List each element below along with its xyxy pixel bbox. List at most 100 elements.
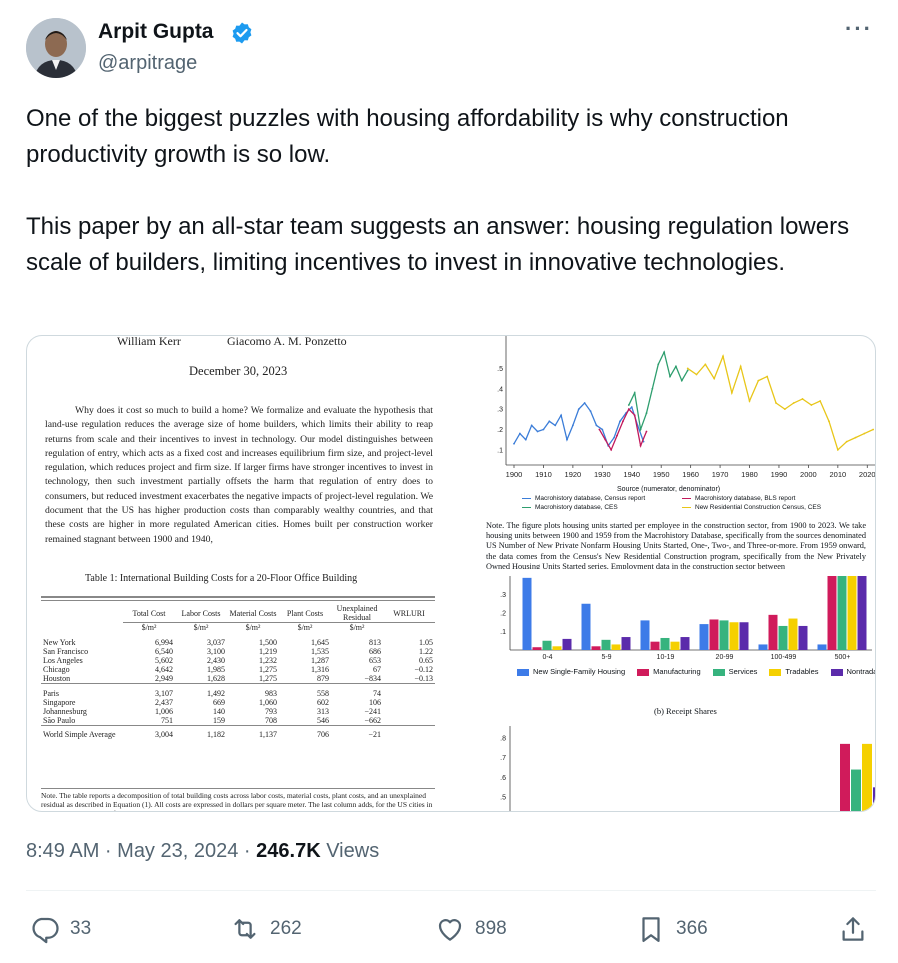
table-cell: 1,275 [259, 665, 277, 674]
repost-count: 262 [270, 918, 302, 939]
table-cell: 1,645 [311, 638, 329, 647]
series-point [595, 424, 598, 427]
table-cell: 1,985 [207, 665, 225, 674]
series-point [604, 438, 607, 441]
bar [817, 644, 827, 650]
table-cell: 793 [265, 707, 277, 716]
table-cell: 3,100 [207, 647, 225, 656]
x-tick-label: 20-99 [716, 654, 734, 661]
table-cell: Houston [43, 674, 71, 683]
table-top-rule [41, 596, 435, 598]
legend-item: Nontradables [830, 667, 875, 676]
series-point [639, 428, 642, 431]
table-top-rule-2 [41, 600, 435, 601]
more-options-icon[interactable]: ··· [845, 18, 879, 44]
bar [873, 787, 875, 811]
y-tick-label: .3 [500, 592, 506, 599]
bar [660, 637, 670, 650]
bar [680, 637, 690, 650]
table-cell: 6,540 [155, 647, 173, 656]
series-point [639, 444, 642, 447]
table-cell: 2,430 [207, 656, 225, 665]
bar [650, 641, 660, 650]
bar [719, 620, 729, 650]
bar [709, 619, 719, 650]
bar [591, 646, 601, 650]
series-point [651, 387, 654, 390]
series-point [686, 369, 689, 372]
series-point [630, 406, 633, 408]
series-point [766, 375, 769, 378]
table-header-cell: Total Cost [132, 608, 166, 618]
paper-figures: 1900 1910 1920 1930 1940 1950 1960 1970 1980 1990… [462, 336, 875, 811]
table-cell: 3,107 [123, 683, 175, 698]
x-tick-label: 2010 [829, 470, 846, 479]
legend-label: Services [728, 667, 758, 676]
share-icon [842, 917, 864, 941]
bar [562, 638, 572, 650]
x-tick-label: 1950 [653, 470, 670, 479]
series-point [601, 428, 604, 431]
tweet-timestamp[interactable]: 8:49 AM · May 23, 2024 [26, 840, 238, 862]
legend-swatch [637, 668, 650, 676]
series-point [633, 391, 636, 394]
table-cell: 708 [265, 716, 277, 725]
bar [542, 640, 552, 650]
series-point [645, 412, 648, 415]
table-row: World Simple Average 3,004 1,182 1,137 706 −2… [41, 725, 435, 739]
tweet-media-image[interactable]: William Kerr Giacomo A. M. Ponzetto Dece… [26, 335, 876, 812]
bar [601, 639, 611, 650]
series-point [613, 436, 615, 439]
table-cell: −834 [364, 674, 381, 683]
series-point [854, 436, 857, 439]
author-handle[interactable]: @arpitrage [98, 52, 197, 75]
y-tick-label: .1 [497, 447, 503, 454]
author-name[interactable]: Arpit Gupta [98, 20, 214, 44]
repost-button[interactable]: 262 [230, 912, 302, 946]
table-cell [383, 716, 435, 726]
bar [522, 577, 532, 650]
legend-item: New Single-Family Housing [517, 667, 625, 676]
panel-b-title: (b) Receipt Shares [654, 706, 717, 716]
bar [768, 614, 778, 650]
bar-legend: New Single-Family Housing Manufacturing Se… [517, 667, 875, 676]
legend-item: Services [712, 667, 758, 676]
reply-button[interactable]: 33 [30, 912, 91, 946]
y-tick-label: .5 [497, 366, 503, 373]
meta-separator: · [243, 840, 251, 862]
legend-label: New Single-Family Housing [533, 667, 626, 676]
repost-icon [234, 919, 256, 939]
x-tick-label: 1940 [623, 470, 640, 479]
share-button[interactable] [838, 912, 878, 946]
bar [621, 637, 631, 650]
receipt-shares-chart: .5 .6 .7 .8 [500, 726, 875, 811]
table-cell: 3,004 [123, 725, 175, 739]
x-tick-label: 1900 [506, 470, 523, 479]
table-cell: 686 [369, 647, 381, 656]
bookmark-count: 366 [676, 918, 708, 939]
table-unit-cell [383, 622, 435, 638]
table-cell: Paris [41, 683, 123, 698]
series-point [836, 448, 839, 451]
table-cell: −0.12 [414, 665, 433, 674]
avatar[interactable] [26, 18, 86, 78]
series-point [783, 408, 786, 411]
table-cell: 546 [317, 716, 329, 725]
table-cell: 1.05 [419, 638, 433, 647]
table-cell: 1,060 [259, 698, 277, 707]
table-cell: 751 [161, 716, 173, 725]
bookmark-button[interactable]: 366 [636, 912, 708, 946]
table-cell: 1,500 [259, 638, 277, 647]
series-point [872, 428, 875, 431]
series-point [819, 400, 822, 402]
series-point [730, 391, 733, 394]
bar [611, 644, 621, 650]
like-count: 898 [475, 918, 507, 939]
table-cell: 4,642 [155, 665, 173, 674]
table-cell: −241 [364, 707, 381, 716]
legend-item: New Residential Construction Census, CES [682, 504, 821, 511]
table-cell: 1,535 [311, 647, 329, 656]
like-button[interactable]: 898 [435, 912, 507, 946]
y-tick-label: .3 [497, 407, 503, 414]
table-header-cell: WRLURI [393, 608, 425, 618]
